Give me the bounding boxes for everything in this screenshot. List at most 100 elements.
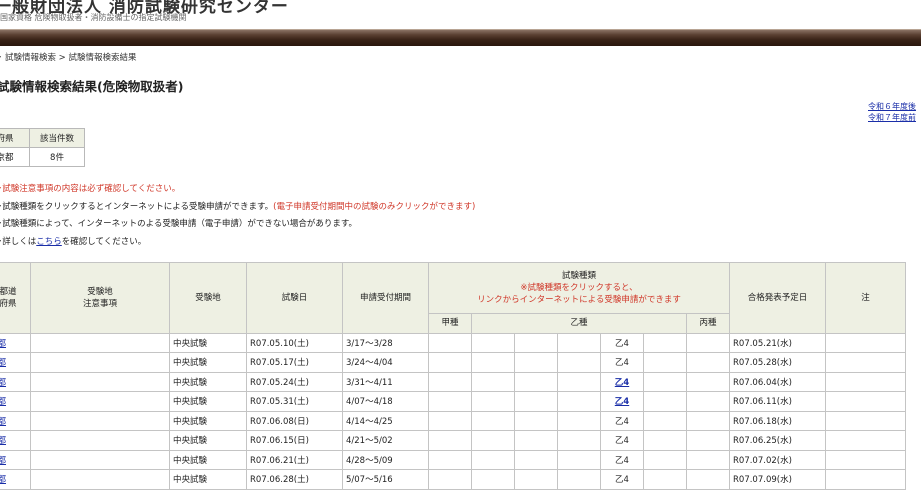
row-result-date: R07.07.09(水) <box>729 469 826 490</box>
row-application-period: 4/28～5/09 <box>342 449 429 470</box>
row-otsu-empty <box>557 410 601 431</box>
breadcrumb-current: 試験情報検索結果 <box>68 53 137 63</box>
row-application-period: 4/21～5/02 <box>342 430 429 451</box>
row-kou <box>428 371 472 392</box>
row-otsu: 乙4 <box>600 469 644 490</box>
row-otsu-empty <box>471 332 515 353</box>
details-link[interactable]: こちら <box>36 237 62 247</box>
pref-link[interactable]: 京都 <box>0 456 6 466</box>
row-otsu[interactable]: 乙4 <box>600 371 644 392</box>
row-otsu-empty <box>643 371 687 392</box>
table-row: 京都 中央試験R07.05.24(土)3/31～4/11 乙4 R07.06.04(水… <box>0 371 906 392</box>
header-result-date: 合格発表予定日 <box>729 262 826 334</box>
header-exam-date: 試験日 <box>246 262 343 334</box>
row-kou <box>428 430 472 451</box>
exam-type-link[interactable]: 乙4 <box>615 378 629 388</box>
row-otsu-empty <box>557 469 601 490</box>
table-row: 京都 中央試験R07.06.21(土)4/28～5/09 乙4 R07.07.02(水… <box>0 449 906 470</box>
row-venue-notes <box>30 332 170 353</box>
row-exam-date: R07.05.17(土) <box>246 352 343 373</box>
row-notes <box>825 430 906 451</box>
row-otsu-empty <box>514 469 558 490</box>
row-result-date: R07.06.25(水) <box>729 430 826 451</box>
row-hei <box>686 469 730 490</box>
row-pref: 京都 <box>0 371 31 392</box>
row-venue-notes <box>30 352 170 373</box>
breadcrumb-exam-search[interactable]: 試験情報検索 <box>5 53 56 63</box>
row-otsu: 乙4 <box>600 352 644 373</box>
row-venue-notes <box>30 449 170 470</box>
pref-link[interactable]: 京都 <box>0 436 6 446</box>
row-otsu-empty <box>557 391 601 412</box>
row-otsu-empty <box>514 430 558 451</box>
exam-type-link[interactable]: 乙4 <box>615 397 629 407</box>
row-exam-date: R07.05.10(土) <box>246 332 343 353</box>
header-bar <box>0 29 921 46</box>
row-pref: 京都 <box>0 410 31 431</box>
row-hei <box>686 371 730 392</box>
row-application-period: 3/24～4/04 <box>342 352 429 373</box>
row-venue-notes <box>30 469 170 490</box>
row-hei <box>686 391 730 412</box>
row-otsu-empty <box>471 469 515 490</box>
table-row: 京都 中央試験R07.06.08(日)4/14～4/25 乙4 R07.06.18(水… <box>0 410 906 431</box>
row-hei <box>686 430 730 451</box>
row-otsu-empty <box>643 410 687 431</box>
row-otsu-empty <box>514 352 558 373</box>
note-caution: ･試験注意事項の内容は必ず確認してください。 <box>0 184 181 194</box>
row-otsu[interactable]: 乙4 <box>600 391 644 412</box>
row-venue-notes <box>30 410 170 431</box>
row-venue: 中央試験 <box>169 332 247 353</box>
row-pref: 京都 <box>0 449 31 470</box>
header-venue-notes: 受験地 注意事項 <box>30 262 170 334</box>
pref-link[interactable]: 京都 <box>0 378 6 388</box>
row-pref: 京都 <box>0 430 31 451</box>
row-otsu-empty <box>557 449 601 470</box>
note-details: ･詳しくはこちらを確認してください。 <box>0 236 147 247</box>
pref-link[interactable]: 京都 <box>0 339 6 349</box>
row-otsu-empty <box>643 332 687 353</box>
header-otsu: 乙種 <box>471 313 687 334</box>
row-otsu-empty <box>471 371 515 392</box>
summary-value-pref: 京都 <box>0 147 30 167</box>
year-link-r6-second-half[interactable]: 令和６年度後 <box>868 101 916 112</box>
row-notes <box>825 449 906 470</box>
row-venue: 中央試験 <box>169 469 247 490</box>
row-application-period: 4/14～4/25 <box>342 410 429 431</box>
pref-link[interactable]: 京都 <box>0 417 6 427</box>
row-result-date: R07.07.02(水) <box>729 449 826 470</box>
row-application-period: 5/07～5/16 <box>342 469 429 490</box>
year-link-r7-first-half[interactable]: 令和７年度前 <box>868 112 916 123</box>
row-exam-date: R07.06.15(日) <box>246 430 343 451</box>
row-kou <box>428 391 472 412</box>
row-notes <box>825 410 906 431</box>
table-body: 京都中央試験R07.05.10(土)3/17～3/28乙4R07.05.21(水… <box>0 332 906 490</box>
summary-table: 府県 該当件数 京都 8件 <box>0 128 85 167</box>
row-otsu: 乙4 <box>600 449 644 470</box>
table-row: 京都 中央試験R07.05.10(土)3/17～3/28 乙4 R07.05.21(水… <box>0 332 906 353</box>
table-row: 京都 中央試験R07.06.15(日)4/21～5/02 乙4 R07.06.25(水… <box>0 430 906 451</box>
row-otsu-empty <box>557 332 601 353</box>
row-notes <box>825 332 906 353</box>
row-exam-date: R07.05.24(土) <box>246 371 343 392</box>
header-kou: 甲種 <box>428 313 472 334</box>
pref-link[interactable]: 京都 <box>0 397 6 407</box>
site-subtitle: 国家資格 危険物取扱者・消防設備士の指定試験機関 <box>0 13 187 22</box>
table-header-row: 都道 府県 受験地 注意事項 受験地 試験日 申請受付期間 試験種類 ※試験種類をク… <box>0 262 906 334</box>
row-otsu: 乙4 <box>600 430 644 451</box>
header-application-period: 申請受付期間 <box>342 262 429 334</box>
pref-link[interactable]: 京都 <box>0 475 6 485</box>
row-hei <box>686 352 730 373</box>
row-otsu-empty <box>643 449 687 470</box>
pref-link[interactable]: 京都 <box>0 358 6 368</box>
summary-header-pref: 府県 <box>0 128 30 148</box>
row-notes <box>825 371 906 392</box>
header-notes: 注 <box>825 262 906 334</box>
summary-value-count: 8件 <box>29 147 85 167</box>
row-otsu-empty <box>471 430 515 451</box>
row-notes <box>825 469 906 490</box>
row-otsu: 乙4 <box>600 410 644 431</box>
row-venue-notes <box>30 371 170 392</box>
row-application-period: 3/31～4/11 <box>342 371 429 392</box>
row-venue: 中央試験 <box>169 410 247 431</box>
